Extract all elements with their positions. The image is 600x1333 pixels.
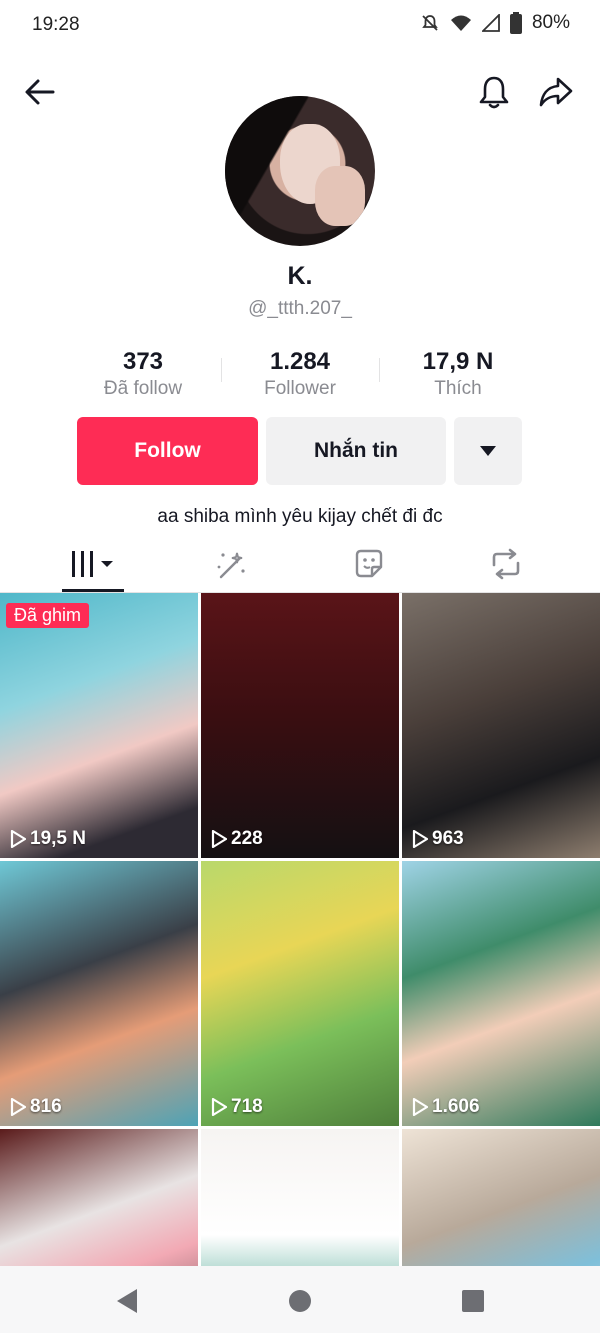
signal-icon <box>481 14 500 32</box>
stat-followers-value: 1.284 <box>269 348 331 375</box>
stat-followers[interactable]: 1.284 Follower <box>225 348 375 400</box>
play-icon <box>211 830 227 848</box>
notification-button[interactable] <box>472 70 516 114</box>
avatar-hand <box>315 166 365 226</box>
view-count: 963 <box>412 828 464 850</box>
suggestions-dropdown-button[interactable] <box>454 417 522 485</box>
play-icon <box>412 830 428 848</box>
tab-stickers[interactable] <box>294 536 444 592</box>
view-count-text: 19,5 N <box>30 828 86 849</box>
view-count-text: 718 <box>231 1096 263 1117</box>
view-count-text: 963 <box>432 828 464 849</box>
message-button[interactable]: Nhắn tin <box>266 417 446 485</box>
play-icon <box>10 830 26 848</box>
stat-divider <box>221 358 222 382</box>
stat-following-value: 373 <box>122 348 164 375</box>
pinned-badge: Đã ghim <box>6 603 90 628</box>
repost-icon <box>492 548 520 580</box>
sticker-icon <box>355 549 383 578</box>
wifi-icon <box>450 15 471 31</box>
triangle-back-icon <box>117 1289 137 1313</box>
video-thumbnail[interactable]: 963 <box>402 593 600 858</box>
stat-followers-label: Follower <box>264 378 336 399</box>
display-name: K. <box>287 262 313 290</box>
video-thumbnail[interactable]: 228 <box>201 593 399 858</box>
back-button[interactable] <box>18 70 62 114</box>
video-thumbnail[interactable]: Đã ghim 19,5 N <box>0 593 198 858</box>
status-time: 19:28 <box>32 14 80 35</box>
video-thumbnail[interactable] <box>0 1129 198 1266</box>
back-arrow-icon <box>25 79 55 105</box>
system-navigation-bar <box>0 1266 600 1333</box>
view-count-text: 1.606 <box>432 1096 480 1117</box>
video-thumbnail[interactable]: 718 <box>201 861 399 1126</box>
stat-following[interactable]: 373 Đã follow <box>68 348 218 400</box>
video-thumbnail[interactable]: 1.606 <box>402 861 600 1126</box>
nav-back-button[interactable] <box>112 1286 142 1316</box>
view-count: 816 <box>10 1096 62 1118</box>
sparkle-icon <box>217 552 245 579</box>
tab-videos[interactable] <box>18 536 168 592</box>
video-grid: Đã ghim 19,5 N 228 963 816 718 1.606 <box>0 593 600 1266</box>
view-count: 19,5 N <box>10 828 86 850</box>
play-icon <box>10 1098 26 1116</box>
status-bar: 19:28 80% <box>0 0 600 52</box>
video-thumbnail[interactable]: 816 <box>0 861 198 1126</box>
tab-favorites[interactable] <box>155 536 305 592</box>
stat-divider <box>379 358 380 382</box>
nav-recents-button[interactable] <box>458 1286 488 1316</box>
nav-home-button[interactable] <box>285 1286 315 1316</box>
circle-home-icon <box>289 1290 311 1312</box>
username: @_ttth.207_ <box>248 298 352 319</box>
play-icon <box>211 1098 227 1116</box>
caret-down-icon <box>480 446 496 456</box>
stat-following-label: Đã follow <box>103 378 183 399</box>
share-button[interactable] <box>534 70 578 114</box>
play-icon <box>412 1098 428 1116</box>
profile-avatar[interactable] <box>225 96 375 246</box>
square-recents-icon <box>462 1290 484 1312</box>
battery-percent: 80% <box>531 12 570 33</box>
view-count-text: 228 <box>231 828 263 849</box>
bell-icon <box>479 76 509 109</box>
stat-likes-label: Thích <box>434 378 482 399</box>
content-tabs <box>0 536 600 593</box>
stat-likes-value: 17,9 N <box>422 348 494 375</box>
battery-icon <box>509 12 522 34</box>
status-icons: 80% <box>420 12 570 34</box>
share-arrow-icon <box>539 77 573 107</box>
grid-bars-icon <box>72 551 113 577</box>
follow-button[interactable]: Follow <box>77 417 258 485</box>
video-thumbnail[interactable] <box>402 1129 600 1266</box>
view-count: 1.606 <box>412 1096 480 1118</box>
view-count-text: 816 <box>30 1096 62 1117</box>
mute-bell-icon <box>422 15 438 31</box>
stat-likes: 17,9 N Thích <box>383 348 533 400</box>
profile-bio: aa shiba mình yêu kijay chết đi đc <box>157 506 443 527</box>
active-tab-indicator <box>62 589 124 592</box>
tab-reposts[interactable] <box>431 536 581 592</box>
view-count: 718 <box>211 1096 263 1118</box>
video-thumbnail[interactable] <box>201 1129 399 1266</box>
view-count: 228 <box>211 828 263 850</box>
